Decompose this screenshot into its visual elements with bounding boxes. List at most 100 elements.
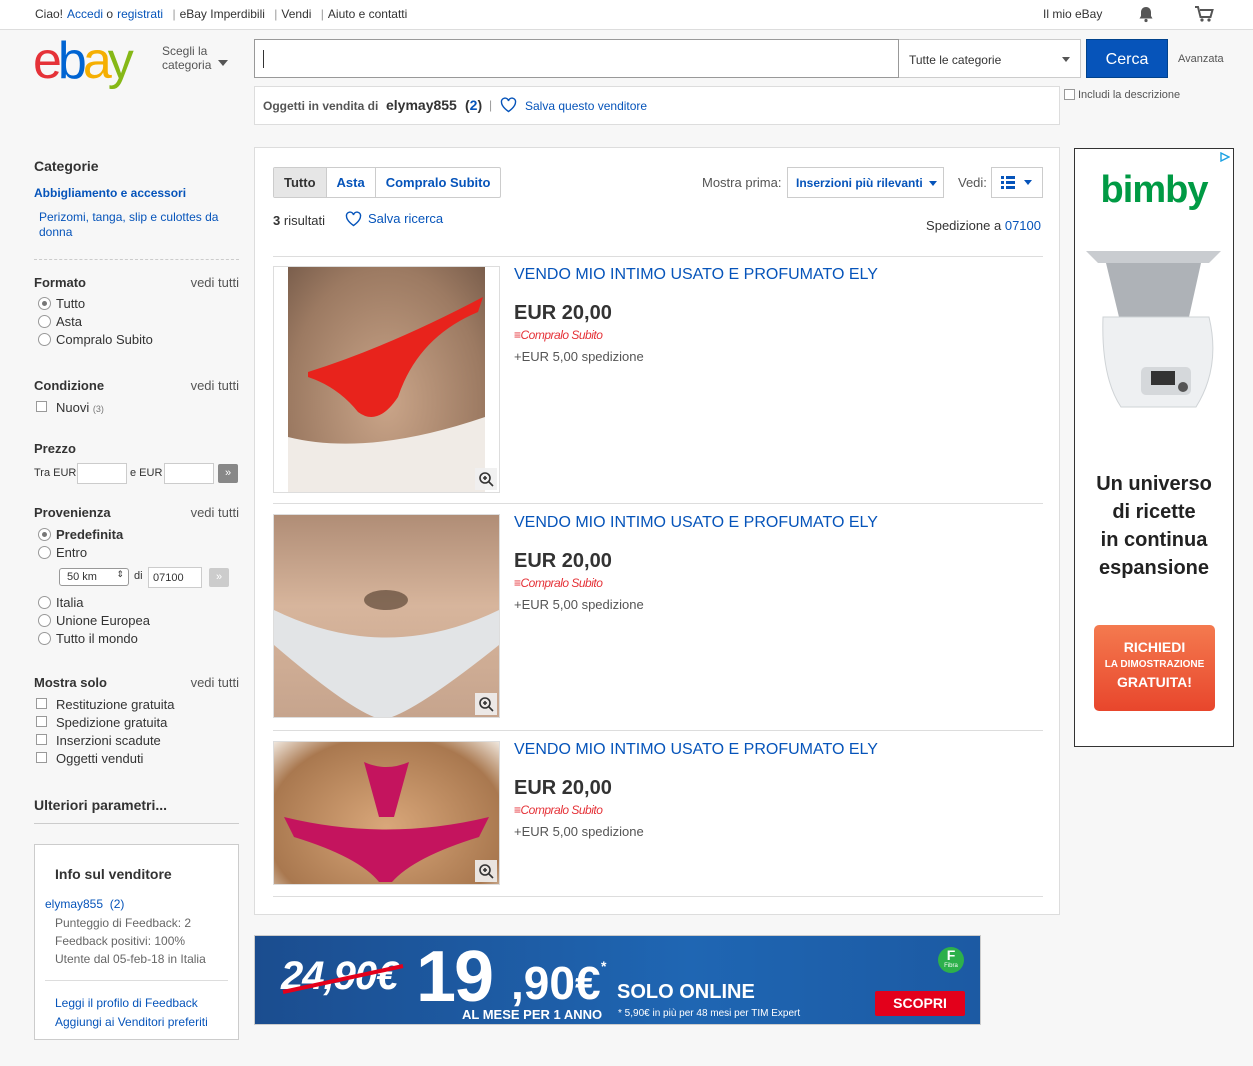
checkbox[interactable] <box>36 752 47 763</box>
checkbox[interactable] <box>36 698 47 709</box>
checkbox[interactable] <box>1064 89 1075 100</box>
radio[interactable] <box>38 546 51 559</box>
help-link[interactable]: Aiuto e contatti <box>328 7 407 21</box>
zip-link[interactable]: 07100 <box>1005 218 1041 233</box>
tab-buy-now[interactable]: Compralo Subito <box>376 168 501 197</box>
zoom-icon[interactable] <box>475 693 497 715</box>
location-option-italy[interactable]: Italia <box>34 595 239 613</box>
location-option-default[interactable]: Predefinita <box>34 527 239 545</box>
category-link-underwear[interactable]: Perizomi, tanga, slip e culottes da donna <box>39 210 239 240</box>
see-all-link[interactable]: vedi tutti <box>191 378 239 393</box>
bell-icon[interactable] <box>1137 5 1155 23</box>
badge-letter: F <box>946 947 956 963</box>
radio[interactable] <box>38 596 51 609</box>
checkbox[interactable] <box>36 734 47 745</box>
checkbox[interactable] <box>36 401 47 412</box>
more-filters-link[interactable]: Ulteriori parametri... <box>34 797 167 813</box>
item-photo <box>274 742 499 884</box>
option-label: Restituzione gratuita <box>56 697 175 712</box>
item-title-link[interactable]: VENDO MIO INTIMO USATO E PROFUMATO ELY <box>514 514 878 532</box>
shop-by-category[interactable]: Scegli la categoria <box>162 44 228 72</box>
price-min-input[interactable] <box>77 463 127 484</box>
item-shipping: +EUR 5,00 spedizione <box>514 349 644 364</box>
shipping-to-label: Spedizione a <box>926 218 1002 233</box>
location-option-eu[interactable]: Unione Europea <box>34 613 239 631</box>
feedback-profile-link[interactable]: Leggi il profilo di Feedback <box>55 996 198 1010</box>
sort-select[interactable]: Inserzioni più rilevanti <box>787 167 944 198</box>
condition-option-new[interactable]: Nuovi (3) <box>34 400 239 418</box>
divider: | <box>320 7 324 21</box>
format-option-auction[interactable]: Asta <box>34 314 239 332</box>
category-select[interactable]: Tutte le categorie <box>899 39 1081 78</box>
option-label: Unione Europea <box>56 613 150 628</box>
zip-input[interactable]: 07100 <box>148 567 202 588</box>
sort-label: Mostra prima: <box>702 175 782 190</box>
thermomix-image <box>1081 237 1226 437</box>
radio-selected[interactable] <box>38 528 51 541</box>
show-only-free-shipping[interactable]: Spedizione gratuita <box>34 715 239 733</box>
see-all-link[interactable]: vedi tutti <box>191 505 239 520</box>
buy-it-now-text: Compralo Subito <box>520 328 603 342</box>
seller-info-username[interactable]: elymay855 (2) <box>45 897 124 911</box>
radio[interactable] <box>38 632 51 645</box>
price-submit-button[interactable]: » <box>218 464 238 483</box>
item-image[interactable] <box>273 514 500 718</box>
format-option-buy-now[interactable]: Compralo Subito <box>34 332 239 350</box>
seller-feedback-count[interactable]: (2) <box>465 97 482 113</box>
distance-value: 50 km <box>67 571 97 583</box>
category-link-apparel[interactable]: Abbigliamento e accessori <box>34 186 186 200</box>
right-advertisement[interactable]: bimby Un universo di ricette in continua… <box>1074 148 1234 747</box>
item-image[interactable] <box>273 741 500 885</box>
format-option-all[interactable]: Tutto <box>34 296 239 314</box>
see-all-link[interactable]: vedi tutti <box>191 275 239 290</box>
save-search-link[interactable]: Salva ricerca <box>345 211 443 227</box>
ebay-logo[interactable]: ebay <box>33 35 153 87</box>
checkbox[interactable] <box>36 716 47 727</box>
zoom-icon[interactable] <box>475 468 497 490</box>
zoom-icon[interactable] <box>475 860 497 882</box>
heart-icon[interactable] <box>500 97 517 113</box>
item-title-link[interactable]: VENDO MIO INTIMO USATO E PROFUMATO ELY <box>514 741 878 759</box>
show-only-ended[interactable]: Inserzioni scadute <box>34 733 239 751</box>
ad-line: di ricette <box>1112 501 1196 523</box>
include-description-checkbox[interactable]: Includi la descrizione <box>1064 89 1180 101</box>
tab-all[interactable]: Tutto <box>274 168 327 197</box>
my-ebay-link[interactable]: Il mio eBay <box>1043 7 1102 21</box>
seller-link[interactable]: elymay855 <box>45 897 103 911</box>
item-title-link[interactable]: VENDO MIO INTIMO USATO E PROFUMATO ELY <box>514 266 878 284</box>
advanced-search-link[interactable]: Avanzata <box>1178 53 1224 65</box>
distance-select[interactable]: 50 km ⇕ <box>59 568 129 586</box>
radio[interactable] <box>38 315 51 328</box>
search-input[interactable] <box>254 39 899 78</box>
radio[interactable] <box>38 333 51 346</box>
new-price-int: 19 <box>416 937 494 1017</box>
search-button[interactable]: Cerca <box>1086 39 1168 78</box>
deals-link[interactable]: eBay Imperdibili <box>180 7 265 21</box>
shipping-to: Spedizione a 07100 <box>926 218 1041 233</box>
show-only-free-returns[interactable]: Restituzione gratuita <box>34 697 239 715</box>
price-max-input[interactable] <box>164 463 214 484</box>
request-demo-button[interactable]: RICHIEDI LA DIMOSTRAZIONE GRATUITA! <box>1094 625 1215 711</box>
view-select[interactable] <box>991 167 1043 198</box>
location-submit-button[interactable]: » <box>209 568 229 587</box>
sell-link[interactable]: Vendi <box>281 7 311 21</box>
see-all-link[interactable]: vedi tutti <box>191 675 239 690</box>
heart-icon <box>345 211 362 227</box>
tab-auction[interactable]: Asta <box>327 168 376 197</box>
cart-icon[interactable] <box>1194 5 1214 23</box>
item-image[interactable] <box>273 266 500 493</box>
register-link[interactable]: registrati <box>117 7 163 21</box>
discover-button[interactable]: SCOPRI <box>875 991 965 1016</box>
add-favorite-seller-link[interactable]: Aggiungi ai Venditori preferiti <box>55 1015 208 1029</box>
bottom-banner-ad[interactable]: 24,90€ 19 ,90€ * SOLO ONLINE AL MESE PER… <box>254 935 981 1025</box>
show-only-sold[interactable]: Oggetti venduti <box>34 751 239 769</box>
option-label: Compralo Subito <box>56 332 153 347</box>
location-option-world[interactable]: Tutto il mondo <box>34 631 239 649</box>
adchoices-icon[interactable] <box>1220 152 1230 162</box>
radio[interactable] <box>38 614 51 627</box>
save-seller-link[interactable]: Salva questo venditore <box>525 99 647 113</box>
signin-link[interactable]: Accedi <box>67 7 103 21</box>
seller-feedback-link[interactable]: (2) <box>110 897 125 911</box>
location-option-within[interactable]: Entro <box>34 545 239 563</box>
radio-selected[interactable] <box>38 297 51 310</box>
